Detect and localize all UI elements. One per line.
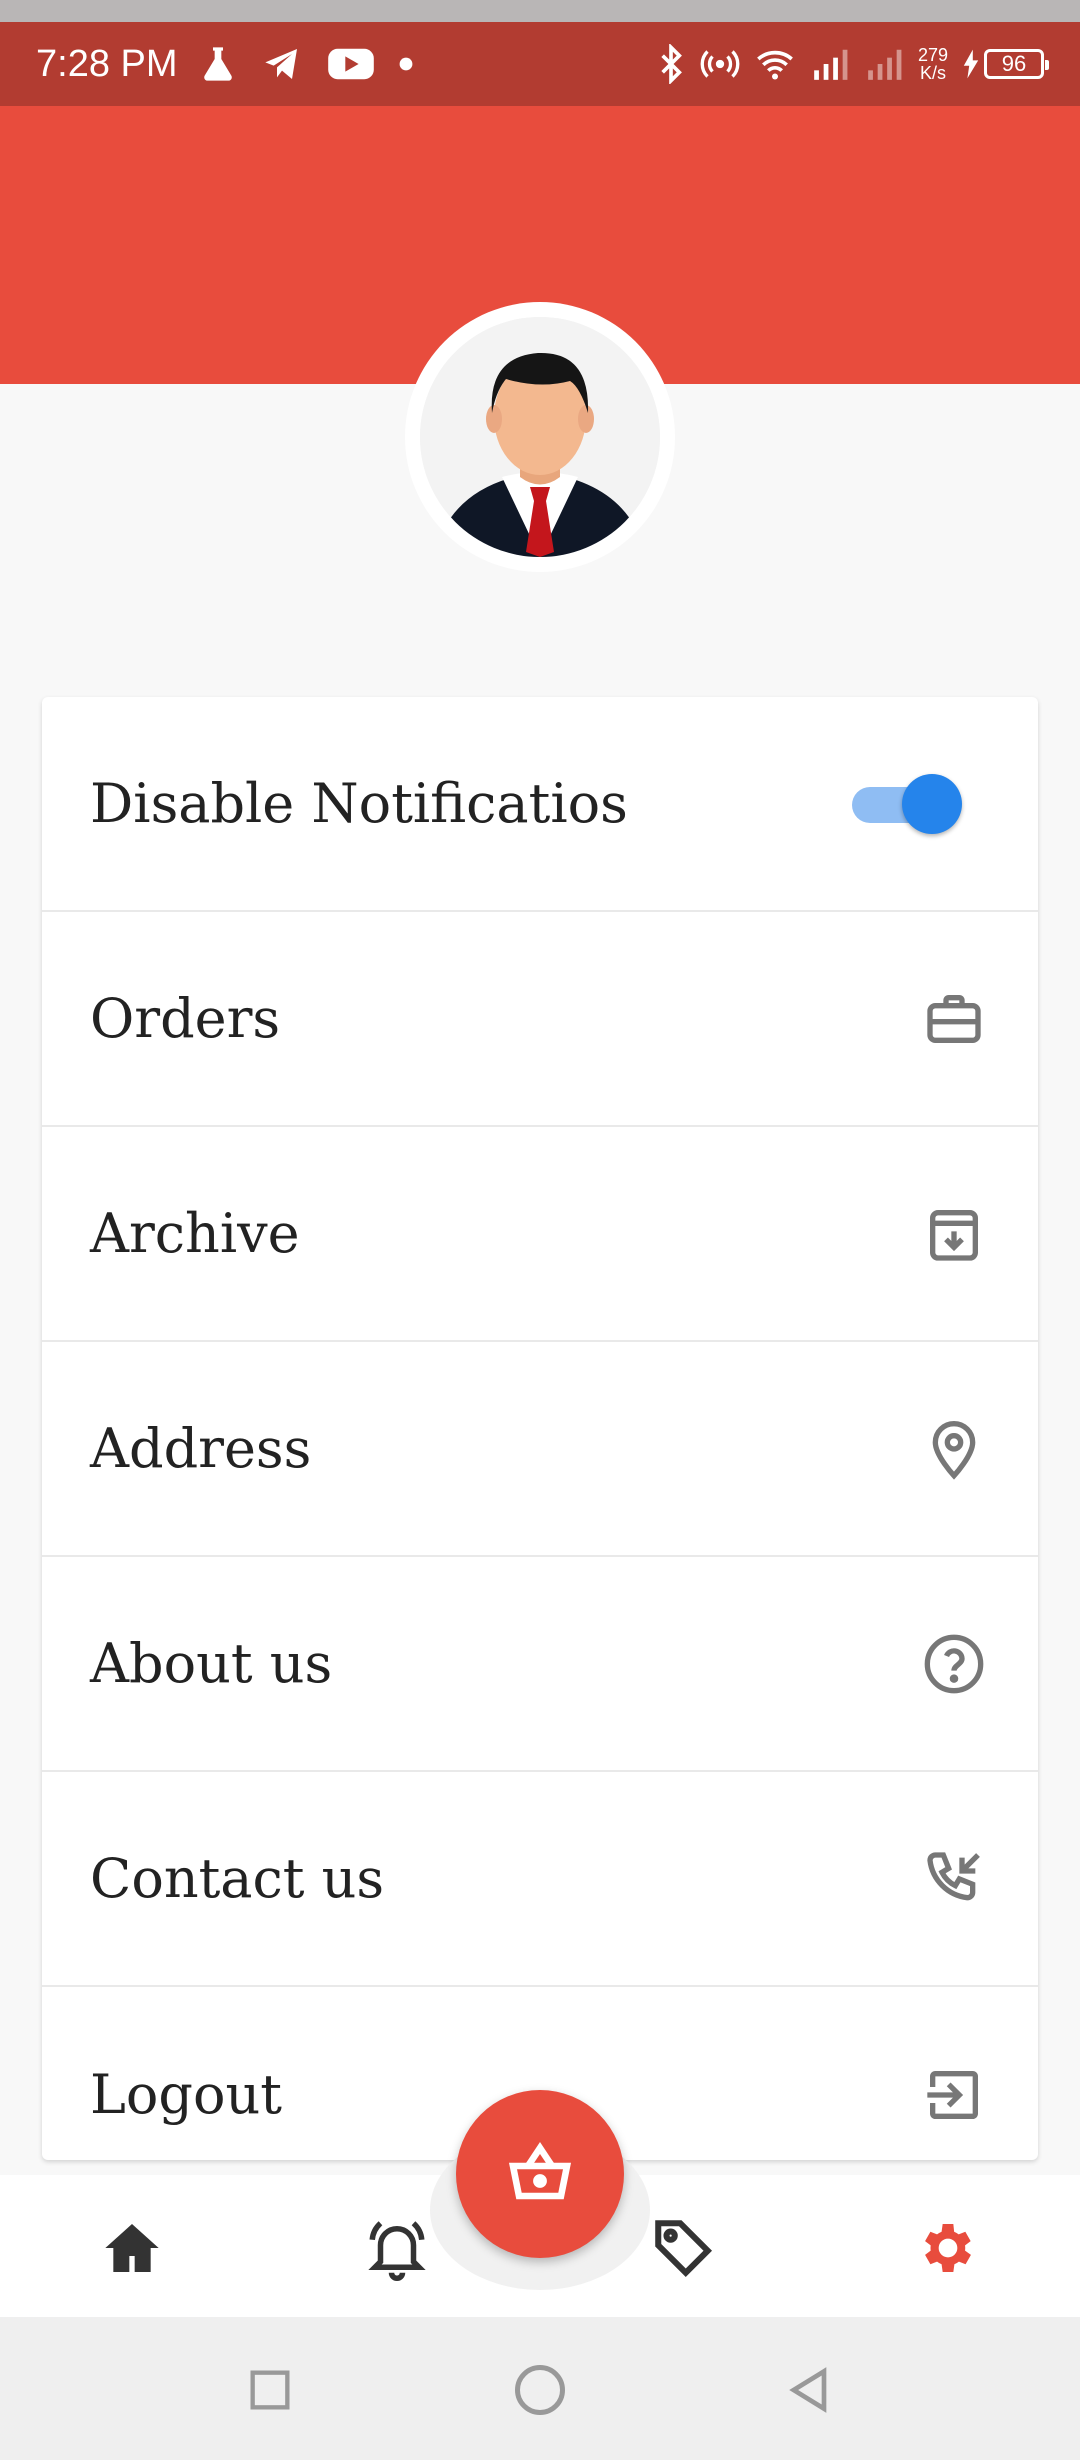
help-circle-icon <box>922 1632 986 1696</box>
avatar[interactable] <box>405 302 675 572</box>
nav-offers[interactable] <box>648 2215 718 2285</box>
tag-icon <box>650 2215 716 2286</box>
bell-alert-icon <box>364 2215 430 2286</box>
settings-row-archive[interactable]: Archive <box>42 1127 1038 1342</box>
home-system-button[interactable] <box>510 2362 570 2422</box>
status-time: 7:28 PM <box>36 42 178 85</box>
youtube-icon <box>326 45 376 83</box>
bluetooth-icon <box>656 44 686 84</box>
settings-row-address[interactable]: Address <box>42 1342 1038 1557</box>
disable-notifications-label: Disable Notificatios <box>90 772 628 835</box>
cart-fab-button[interactable] <box>456 2090 624 2258</box>
nav-settings[interactable] <box>913 2215 983 2285</box>
back-button[interactable] <box>780 2362 840 2422</box>
nav-notifications[interactable] <box>362 2215 432 2285</box>
logout-icon <box>922 2063 986 2127</box>
phone-callback-icon <box>922 1847 986 1911</box>
logout-label: Logout <box>90 2063 282 2126</box>
wifi-icon <box>754 44 796 84</box>
user-avatar <box>420 317 660 557</box>
charging-icon <box>962 49 980 79</box>
settings-card: Disable Notificatios Orders Archive Addr… <box>42 697 1038 2160</box>
briefcase-icon <box>922 987 986 1051</box>
back-icon <box>782 2362 838 2423</box>
settings-row-disable-notifications[interactable]: Disable Notificatios <box>42 697 1038 912</box>
contact-us-label: Contact us <box>90 1847 385 1910</box>
net-speed-unit: K/s <box>919 63 946 83</box>
hotspot-icon <box>700 44 740 84</box>
dot-icon <box>398 56 414 72</box>
basket-icon <box>504 2136 576 2213</box>
system-navigation-bar <box>0 2317 1080 2460</box>
recents-icon <box>244 2364 296 2421</box>
settings-row-about-us[interactable]: About us <box>42 1557 1038 1772</box>
net-speed-value: 279 <box>917 45 948 65</box>
flask-icon <box>198 44 238 84</box>
location-pin-icon <box>922 1417 986 1481</box>
archive-icon <box>922 1202 986 1266</box>
signal-icon-2 <box>864 45 904 83</box>
orders-label: Orders <box>90 987 281 1050</box>
about-us-label: About us <box>90 1632 333 1695</box>
nav-home[interactable] <box>97 2215 167 2285</box>
net-speed: 279 K/s <box>918 46 948 82</box>
gear-icon <box>916 2216 980 2285</box>
battery-indicator: 96 <box>984 49 1049 79</box>
home-circle-icon <box>510 2360 570 2425</box>
settings-row-contact-us[interactable]: Contact us <box>42 1772 1038 1987</box>
archive-label: Archive <box>90 1202 300 1265</box>
disable-notifications-toggle[interactable] <box>852 773 962 834</box>
settings-row-orders[interactable]: Orders <box>42 912 1038 1127</box>
status-bar: 7:28 PM 279 K/s 96 <box>0 22 1080 106</box>
toggle-thumb <box>902 773 962 834</box>
home-icon <box>100 2216 164 2285</box>
telegram-icon <box>260 44 304 84</box>
address-label: Address <box>90 1417 312 1480</box>
recents-button[interactable] <box>240 2362 300 2422</box>
top-strip <box>0 0 1080 22</box>
signal-icon <box>810 45 850 83</box>
